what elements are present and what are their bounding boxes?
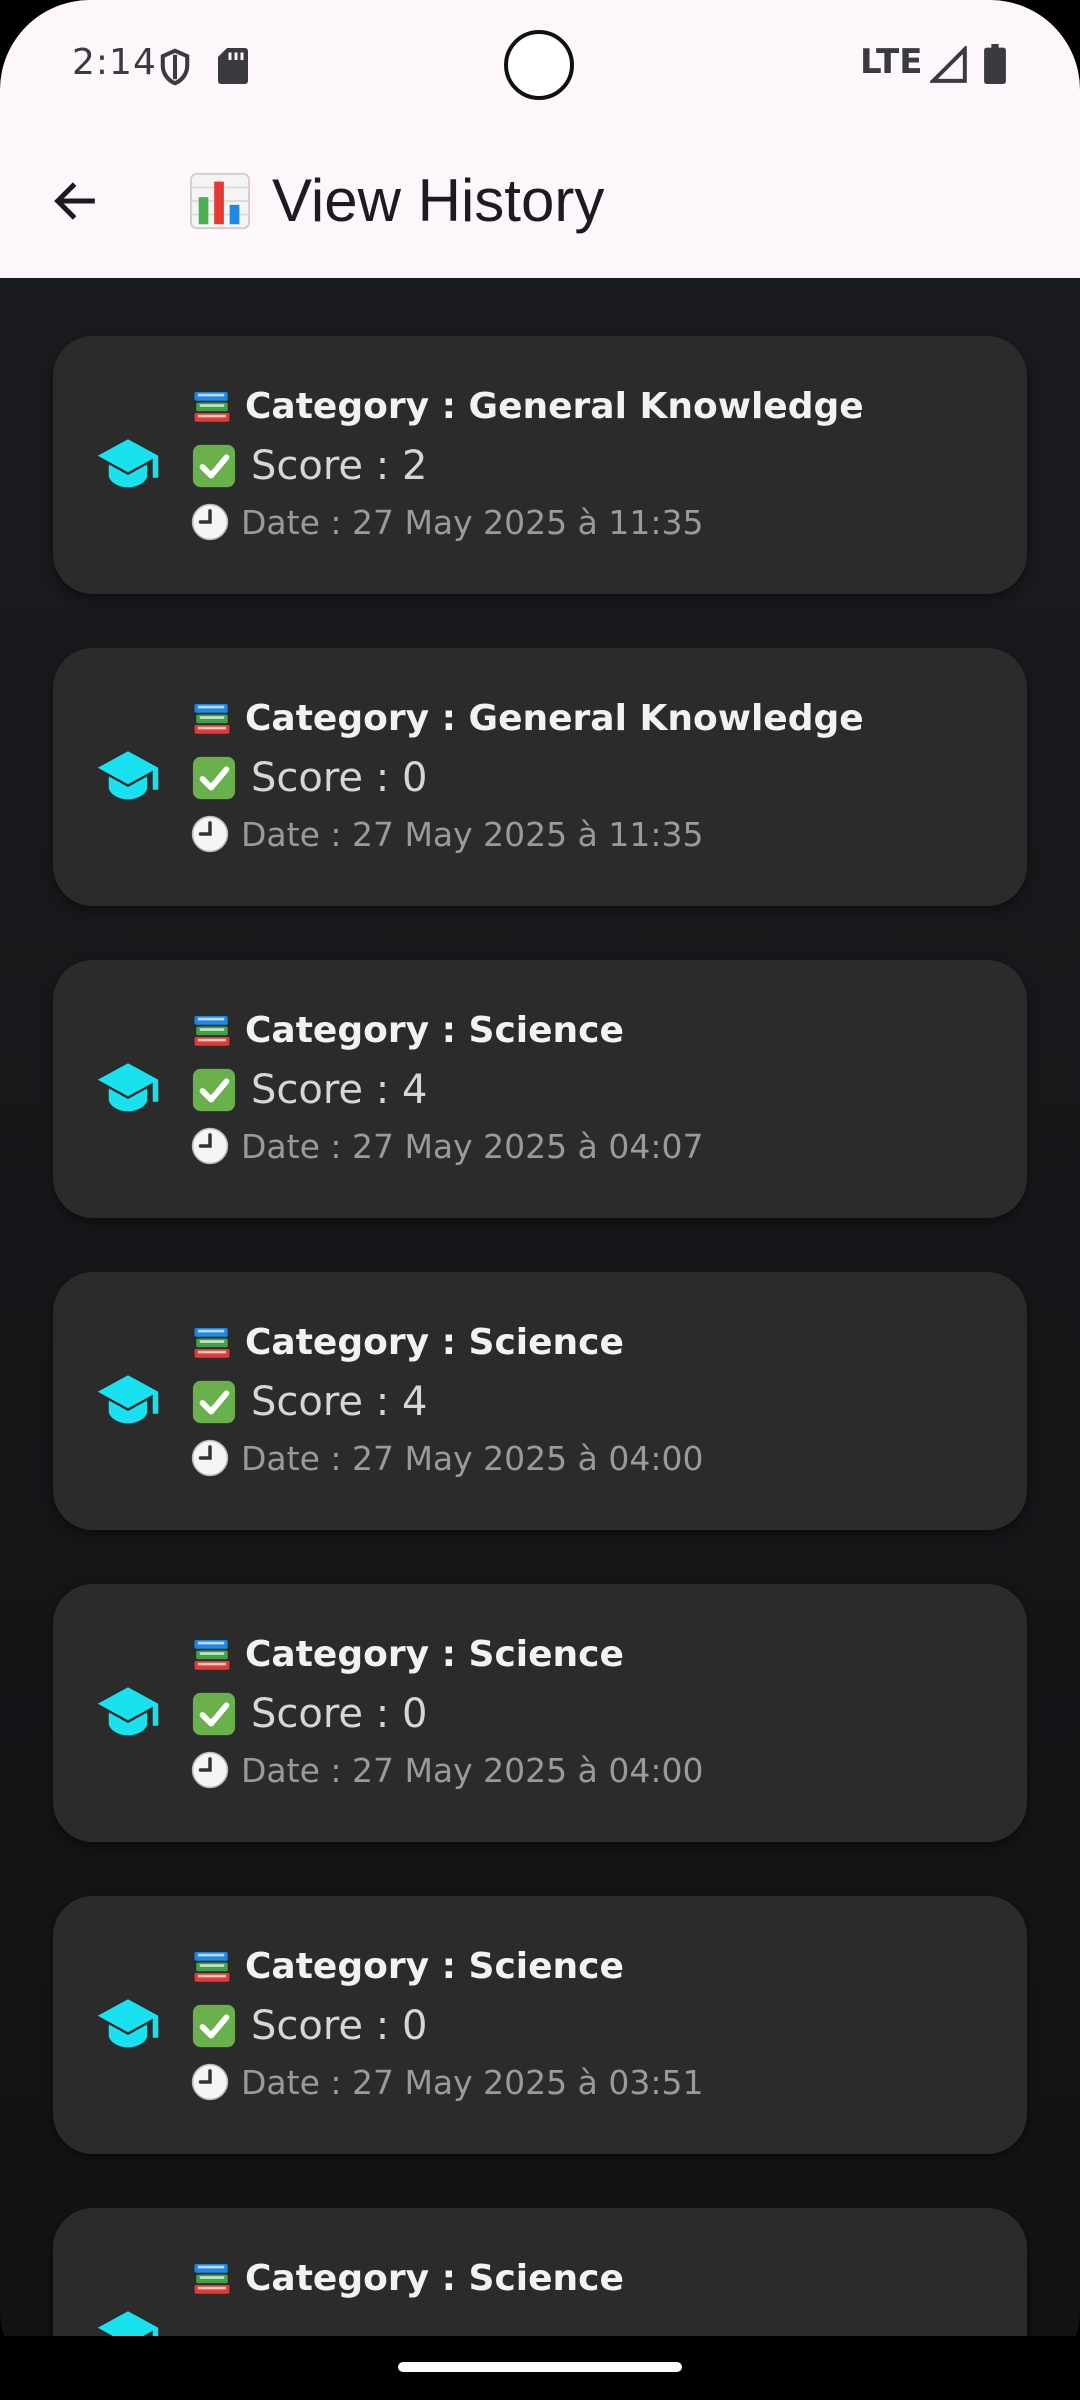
- clock-emoji-icon: [191, 1127, 229, 1165]
- clock-emoji-icon: [191, 1439, 229, 1477]
- check-mark-emoji-icon: [192, 1692, 236, 1736]
- date-line: Date : 27 May 2025 à 04:00: [191, 1436, 703, 1480]
- history-card[interactable]: Category : Science Score : 4 Date : 27 M…: [53, 960, 1027, 1218]
- sd-card-icon: [218, 48, 248, 84]
- history-card[interactable]: Category : Science: [53, 2208, 1027, 2336]
- graduation-cap-icon: [97, 1687, 159, 1736]
- category-label: Category : Science: [245, 1633, 624, 1675]
- app-bar: View History: [0, 130, 1080, 278]
- graduation-cap-icon: [97, 1999, 159, 2048]
- history-card-text: Category : General Knowledge Score : 0 D…: [191, 692, 864, 856]
- category-label: Category : Science: [245, 1321, 624, 1363]
- books-emoji-icon: [194, 1016, 230, 1046]
- category-line: Category : Science: [191, 1316, 703, 1368]
- history-card[interactable]: Category : Science Score : 0 Date : 27 M…: [53, 1896, 1027, 2154]
- clock-emoji-icon: [191, 2063, 229, 2101]
- history-card[interactable]: Category : Science Score : 4 Date : 27 M…: [53, 1272, 1027, 1530]
- history-card-text: Category : Science Score : 0 Date : 27 M…: [191, 1940, 703, 2104]
- score-line: Score : 2: [191, 432, 864, 500]
- date-line: Date : 27 May 2025 à 04:00: [191, 1748, 703, 1792]
- history-card[interactable]: Category : General Knowledge Score : 0 D…: [53, 648, 1027, 906]
- books-emoji-icon: [194, 1640, 230, 1670]
- date-label: Date : 27 May 2025 à 04:00: [241, 1438, 704, 1478]
- score-label: Score : 2: [251, 443, 428, 489]
- back-button[interactable]: [42, 168, 108, 234]
- books-emoji-icon: [194, 704, 230, 734]
- date-line: Date : 27 May 2025 à 11:35: [191, 500, 864, 544]
- camera-cutout: [504, 30, 574, 100]
- date-label: Date : 27 May 2025 à 03:51: [241, 2062, 704, 2102]
- score-line: Score : 0: [191, 1680, 703, 1748]
- category-line: Category : Science: [191, 1004, 703, 1056]
- status-bar: 2:14 LTE: [0, 0, 1080, 130]
- graduation-cap-icon: [97, 439, 159, 488]
- books-emoji-icon: [194, 1952, 230, 1982]
- shield-icon: [160, 48, 190, 86]
- score-label: Score : 0: [251, 755, 428, 801]
- books-emoji-icon: [194, 2264, 230, 2294]
- date-line: Date : 27 May 2025 à 03:51: [191, 2060, 703, 2104]
- network-type: LTE: [860, 42, 923, 82]
- books-emoji-icon: [194, 1328, 230, 1358]
- category-label: Category : General Knowledge: [245, 697, 864, 739]
- history-card-text: Category : Science: [191, 2252, 624, 2304]
- date-label: Date : 27 May 2025 à 11:35: [241, 502, 704, 542]
- status-time: 2:14: [72, 42, 157, 83]
- history-card-text: Category : Science Score : 4 Date : 27 M…: [191, 1316, 703, 1480]
- history-card-text: Category : Science Score : 4 Date : 27 M…: [191, 1004, 703, 1168]
- score-line: Score : 4: [191, 1368, 703, 1436]
- score-line: Score : 4: [191, 1056, 703, 1124]
- check-mark-emoji-icon: [192, 1380, 236, 1424]
- page-title-text: View History: [272, 167, 605, 234]
- check-mark-emoji-icon: [192, 756, 236, 800]
- phone-screen: 2:14 LTE View History Category: General…: [0, 0, 1080, 2400]
- date-label: Date : 27 May 2025 à 04:00: [241, 1750, 704, 1790]
- date-line: Date : 27 May 2025 à 11:35: [191, 812, 864, 856]
- category-label: Category : Science: [245, 1945, 624, 1987]
- home-indicator[interactable]: [398, 2362, 682, 2372]
- score-label: Score : 4: [251, 1379, 428, 1425]
- check-mark-emoji-icon: [192, 2004, 236, 2048]
- graduation-cap-icon: [97, 2311, 159, 2336]
- bar-chart-emoji-icon: [189, 172, 251, 229]
- books-emoji-icon: [194, 392, 230, 422]
- clock-emoji-icon: [191, 815, 229, 853]
- page-title: View History: [188, 166, 604, 235]
- graduation-cap-icon: [97, 1063, 159, 1112]
- history-card[interactable]: Category : Science Score : 0 Date : 27 M…: [53, 1584, 1027, 1842]
- category-label: Category : General Knowledge: [245, 385, 864, 427]
- clock-emoji-icon: [191, 503, 229, 541]
- history-card-text: Category : Science Score : 0 Date : 27 M…: [191, 1628, 703, 1792]
- category-label: Category : Science: [245, 2257, 624, 2299]
- category-line: Category : Science: [191, 1628, 703, 1680]
- category-line: Category : Science: [191, 1940, 703, 1992]
- date-label: Date : 27 May 2025 à 04:07: [241, 1126, 704, 1166]
- history-list[interactable]: Category : General Knowledge Score : 2 D…: [0, 278, 1080, 2336]
- battery-icon: [984, 44, 1006, 84]
- graduation-cap-icon: [97, 1375, 159, 1424]
- category-line: Category : General Knowledge: [191, 380, 864, 432]
- score-line: Score : 0: [191, 744, 864, 812]
- graduation-cap-icon: [97, 751, 159, 800]
- history-card-text: Category : General Knowledge Score : 2 D…: [191, 380, 864, 544]
- category-line: Category : Science: [191, 2252, 624, 2304]
- category-label: Category : Science: [245, 1009, 624, 1051]
- date-line: Date : 27 May 2025 à 04:07: [191, 1124, 703, 1168]
- history-card[interactable]: Category : General Knowledge Score : 2 D…: [53, 336, 1027, 594]
- check-mark-emoji-icon: [192, 444, 236, 488]
- date-label: Date : 27 May 2025 à 11:35: [241, 814, 704, 854]
- signal-icon: [930, 46, 967, 83]
- category-line: Category : General Knowledge: [191, 692, 864, 744]
- check-mark-emoji-icon: [192, 1068, 236, 1112]
- score-line: Score : 0: [191, 1992, 703, 2060]
- arrow-back-icon: [54, 182, 95, 220]
- clock-emoji-icon: [191, 1751, 229, 1789]
- score-label: Score : 0: [251, 2003, 428, 2049]
- score-label: Score : 0: [251, 1691, 428, 1737]
- score-label: Score : 4: [251, 1067, 428, 1113]
